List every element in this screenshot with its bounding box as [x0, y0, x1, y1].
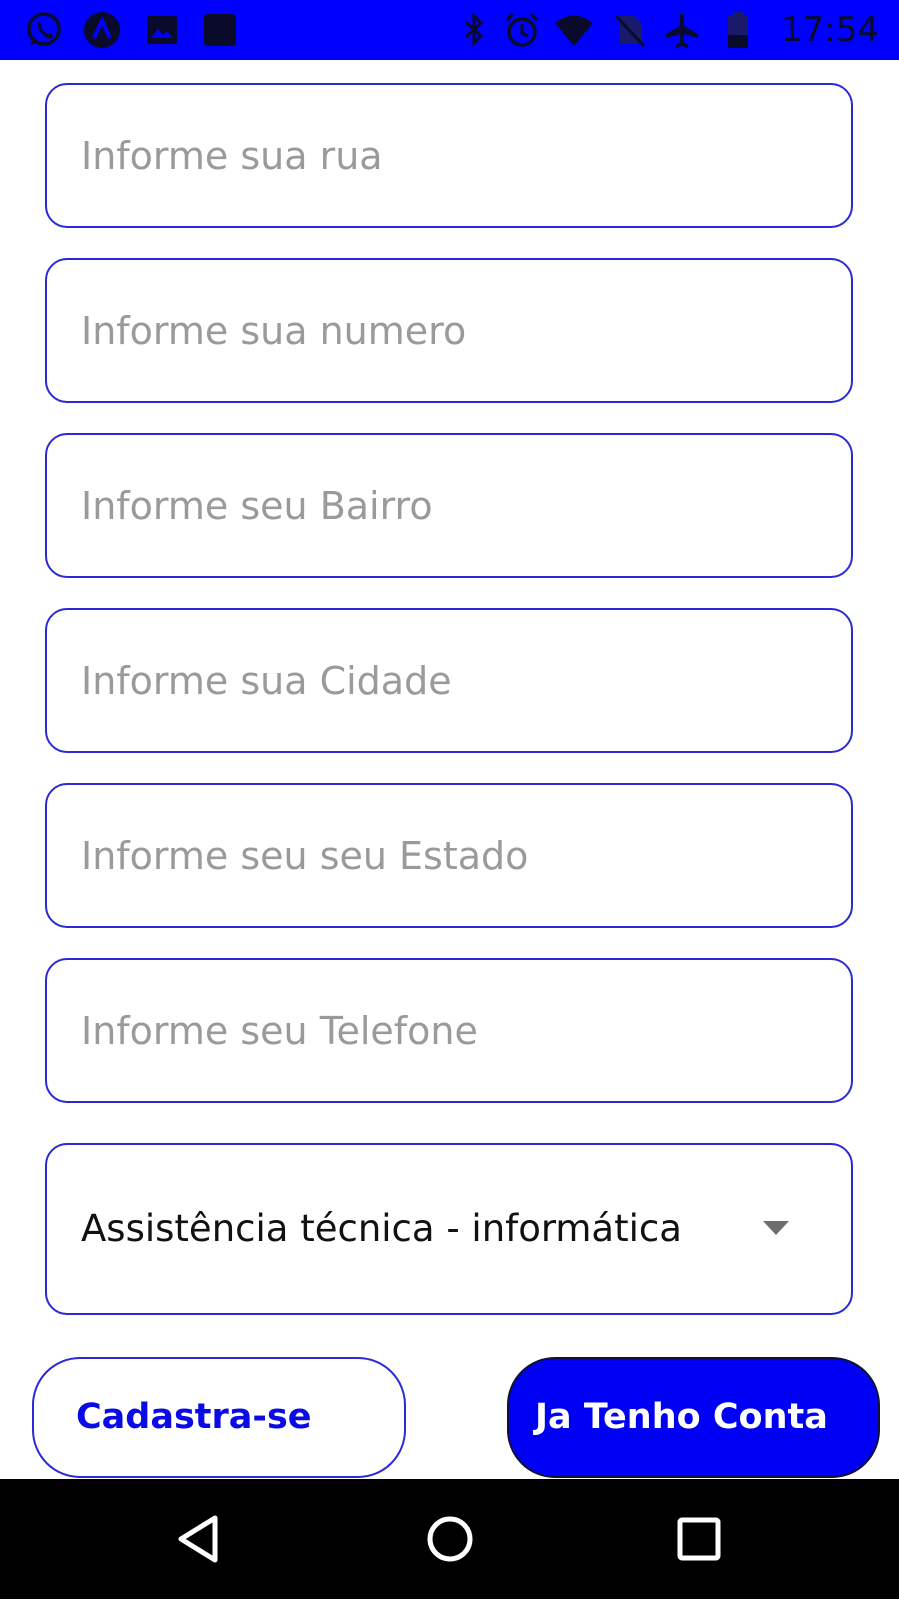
alarm-icon — [505, 12, 539, 47]
state-field[interactable] — [45, 783, 853, 928]
phone-input[interactable] — [81, 960, 821, 1101]
register-button-label: Cadastra-se — [76, 1397, 312, 1437]
no-sim-icon — [614, 14, 646, 48]
gallery-icon — [147, 16, 177, 44]
neighborhood-field[interactable] — [45, 433, 853, 578]
phone-field[interactable] — [45, 958, 853, 1103]
home-icon[interactable] — [420, 1509, 480, 1569]
register-button[interactable]: Cadastra-se — [32, 1357, 406, 1478]
city-input[interactable] — [81, 610, 821, 751]
state-input[interactable] — [81, 785, 821, 926]
city-field[interactable] — [45, 608, 853, 753]
recents-icon[interactable] — [669, 1509, 729, 1569]
category-selected-value: Assistência técnica - informática — [81, 1207, 682, 1250]
square-app-icon — [204, 14, 236, 46]
have-account-button-label: Ja Tenho Conta — [535, 1397, 828, 1437]
navigation-bar — [0, 1479, 899, 1599]
street-field[interactable] — [45, 83, 853, 228]
dropdown-arrow-icon[interactable] — [763, 1221, 789, 1235]
back-icon[interactable] — [171, 1509, 231, 1569]
have-account-button[interactable]: Ja Tenho Conta — [507, 1357, 880, 1478]
status-time: 17:54 — [781, 10, 879, 50]
category-select[interactable]: Assistência técnica - informática — [45, 1143, 853, 1315]
neighborhood-input[interactable] — [81, 435, 821, 576]
street-input[interactable] — [81, 85, 821, 226]
number-input[interactable] — [81, 260, 821, 401]
app-a-icon — [84, 12, 120, 48]
airplane-icon — [666, 14, 698, 48]
wifi-icon — [555, 15, 593, 46]
whatsapp-icon — [27, 12, 61, 46]
status-bar: 17:54 — [0, 0, 899, 60]
bluetooth-icon — [464, 12, 484, 47]
number-field[interactable] — [45, 258, 853, 403]
battery-icon — [728, 12, 748, 48]
